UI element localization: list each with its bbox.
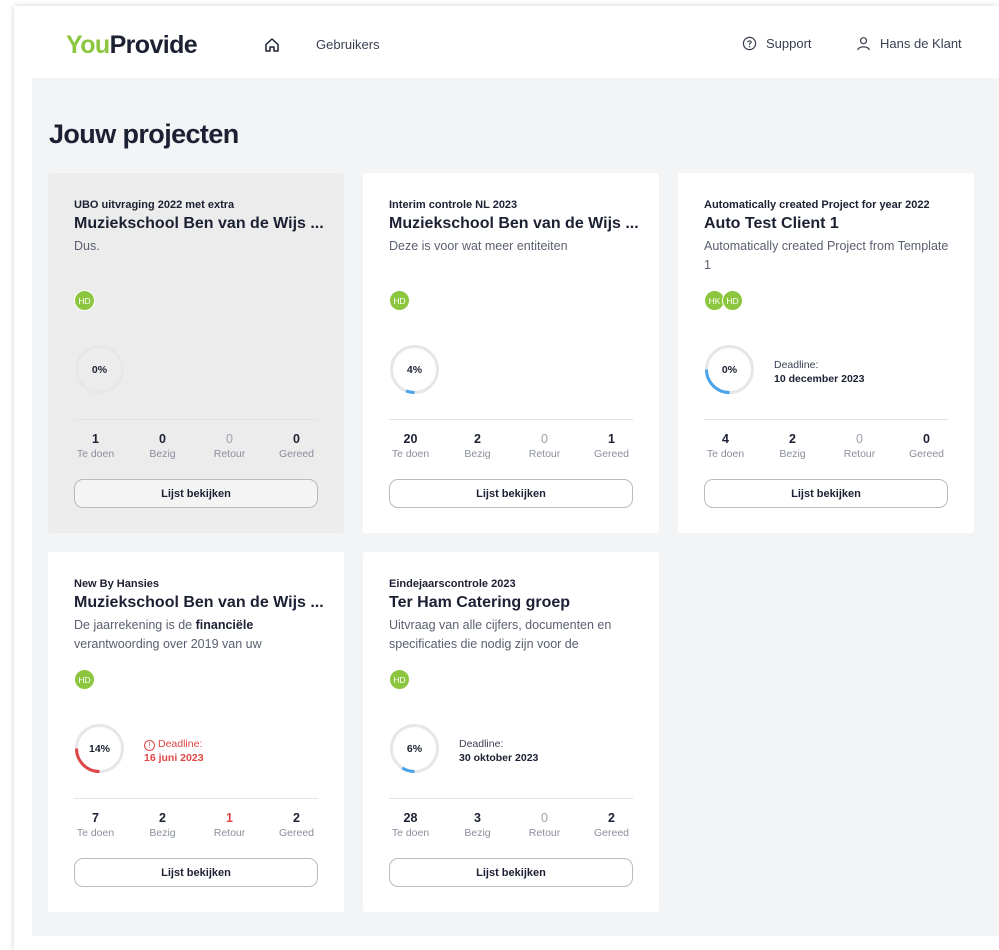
project-title: Auto Test Client 1 bbox=[704, 215, 839, 232]
view-list-button[interactable]: Lijst bekijken bbox=[704, 479, 948, 508]
progress-ring: 6% bbox=[389, 723, 440, 774]
stat-returned: 0 Retour bbox=[213, 432, 246, 460]
stat-done: 0 Gereed bbox=[908, 432, 945, 460]
project-subtitle: Eindejaarscontrole 2023 bbox=[389, 578, 516, 590]
support-label: Support bbox=[766, 36, 812, 51]
deadline-info: Deadline: 30 oktober 2023 bbox=[459, 737, 538, 765]
page-title: Jouw projecten bbox=[49, 119, 239, 149]
assignee-avatars: HD bbox=[74, 290, 95, 311]
project-title: Muziekschool Ben van de Wijs ... bbox=[74, 594, 324, 611]
project-title: Muziekschool Ben van de Wijs ... bbox=[74, 215, 324, 232]
deadline-date: 16 juni 2023 bbox=[144, 752, 204, 764]
avatar: HD bbox=[389, 669, 410, 690]
stat-done: 2 Gereed bbox=[278, 811, 315, 839]
progress-ring: 14% bbox=[74, 723, 125, 774]
user-icon bbox=[857, 37, 870, 51]
main-content: Jouw projecten UBO uitvraging 2022 met e… bbox=[32, 78, 999, 936]
top-navigation: YouProvide Gebruikers Support Hans de Kl… bbox=[14, 6, 999, 78]
task-stats: 4 Te doen 2 Bezig 0 Retour 0 Gereed bbox=[692, 431, 960, 461]
help-circle-icon bbox=[742, 36, 757, 51]
view-list-button[interactable]: Lijst bekijken bbox=[389, 479, 633, 508]
project-subtitle: Interim controle NL 2023 bbox=[389, 199, 518, 211]
project-description: Automatically created Project from Templ… bbox=[704, 239, 949, 272]
project-description: Dus. bbox=[74, 239, 100, 253]
stat-done: 1 Gereed bbox=[593, 432, 630, 460]
divider bbox=[74, 798, 318, 799]
task-stats: 7 Te doen 2 Bezig 1 Retour 2 Gereed bbox=[62, 810, 330, 840]
stat-todo: 4 Te doen bbox=[706, 432, 745, 460]
avatar: HD bbox=[74, 290, 95, 311]
project-card[interactable]: Automatically created Project for year 2… bbox=[678, 173, 974, 533]
task-stats: 20 Te doen 2 Bezig 0 Retour 1 Gereed bbox=[377, 431, 645, 461]
stat-done: 2 Gereed bbox=[593, 811, 630, 839]
task-stats: 28 Te doen 3 Bezig 0 Retour 2 Gereed bbox=[377, 810, 645, 840]
view-list-button[interactable]: Lijst bekijken bbox=[389, 858, 633, 887]
support-link[interactable]: Support bbox=[742, 36, 812, 51]
project-title: Ter Ham Catering groep bbox=[389, 594, 571, 611]
user-name: Hans de Klant bbox=[880, 36, 962, 51]
project-subtitle: UBO uitvraging 2022 met extra bbox=[74, 199, 235, 211]
divider bbox=[74, 419, 318, 420]
youprovide-logo[interactable]: YouProvide bbox=[66, 31, 198, 60]
avatar: HD bbox=[74, 669, 95, 690]
progress-ring: 0% bbox=[704, 344, 755, 395]
stat-busy: 3 Bezig bbox=[464, 811, 491, 839]
user-menu[interactable]: Hans de Klant bbox=[856, 36, 962, 51]
avatar: HD bbox=[722, 290, 743, 311]
project-card[interactable]: UBO uitvraging 2022 met extra Muziekscho… bbox=[48, 173, 344, 533]
stat-busy: 2 Bezig bbox=[464, 432, 491, 460]
stat-todo: 1 Te doen bbox=[76, 432, 115, 460]
nav-users-link[interactable]: Gebruikers bbox=[316, 37, 380, 52]
project-card[interactable]: Eindejaarscontrole 2023 Ter Ham Catering… bbox=[363, 552, 659, 912]
progress-label: 0% bbox=[91, 363, 108, 376]
progress-label: 6% bbox=[406, 742, 423, 755]
deadline-date: 10 december 2023 bbox=[774, 373, 865, 385]
stat-busy: 2 Bezig bbox=[779, 432, 806, 460]
stat-returned: 0 Retour bbox=[528, 432, 561, 460]
stat-todo: 28 Te doen bbox=[391, 811, 430, 839]
view-list-button[interactable]: Lijst bekijken bbox=[74, 858, 318, 887]
progress-label: 4% bbox=[406, 363, 423, 376]
divider bbox=[389, 419, 633, 420]
progress-ring: 4% bbox=[389, 344, 440, 395]
stat-returned: 0 Retour bbox=[843, 432, 876, 460]
avatar: HD bbox=[389, 290, 410, 311]
deadline-label: Deadline: bbox=[158, 738, 203, 750]
stat-done: 0 Gereed bbox=[278, 432, 315, 460]
deadline-info: Deadline: 10 december 2023 bbox=[774, 358, 864, 386]
stat-todo: 20 Te doen bbox=[391, 432, 430, 460]
progress-ring: 0% bbox=[74, 344, 125, 395]
progress-label: 0% bbox=[721, 363, 738, 376]
app-window: YouProvide Gebruikers Support Hans de Kl… bbox=[14, 6, 999, 950]
divider bbox=[389, 798, 633, 799]
deadline-info: ! Deadline: 16 juni 2023 bbox=[144, 737, 204, 765]
project-card[interactable]: New By Hansies Muziekschool Ben van de W… bbox=[48, 552, 344, 912]
home-icon[interactable] bbox=[264, 37, 280, 53]
deadline-date: 30 oktober 2023 bbox=[459, 752, 539, 764]
deadline-label: Deadline: bbox=[774, 359, 819, 371]
stat-returned: 1 Retour bbox=[213, 811, 246, 839]
stat-returned: 0 Retour bbox=[528, 811, 561, 839]
assignee-avatars: HD bbox=[74, 669, 95, 690]
warning-icon: ! bbox=[144, 740, 155, 751]
deadline-label: Deadline: bbox=[459, 738, 504, 750]
view-list-button[interactable]: Lijst bekijken bbox=[74, 479, 318, 508]
assignee-avatars: HK HD bbox=[704, 290, 743, 311]
project-card[interactable]: Interim controle NL 2023 Muziekschool Be… bbox=[363, 173, 659, 533]
project-description: Deze is voor wat meer entiteiten bbox=[389, 239, 568, 253]
assignee-avatars: HD bbox=[389, 290, 410, 311]
divider bbox=[704, 419, 948, 420]
progress-label: 14% bbox=[88, 742, 110, 755]
project-subtitle: Automatically created Project for year 2… bbox=[704, 199, 930, 211]
stat-busy: 2 Bezig bbox=[149, 811, 176, 839]
project-description: De jaarrekening is de financiële verantw… bbox=[74, 618, 262, 651]
project-title: Muziekschool Ben van de Wijs ... bbox=[389, 215, 639, 232]
task-stats: 1 Te doen 0 Bezig 0 Retour 0 Gereed bbox=[62, 431, 330, 461]
assignee-avatars: HD bbox=[389, 669, 410, 690]
stat-busy: 0 Bezig bbox=[149, 432, 176, 460]
project-description: Uitvraag van alle cijfers, documenten en… bbox=[389, 618, 612, 651]
project-subtitle: New By Hansies bbox=[74, 578, 159, 590]
stat-todo: 7 Te doen bbox=[76, 811, 115, 839]
